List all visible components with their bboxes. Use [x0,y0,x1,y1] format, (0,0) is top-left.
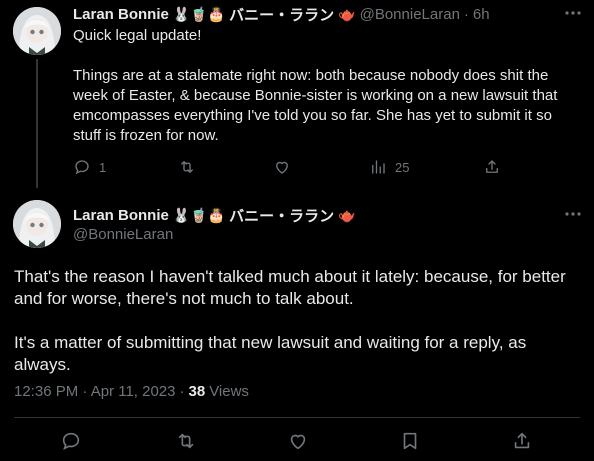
bookmark-button[interactable] [399,430,421,452]
author-avatar[interactable] [13,7,61,55]
tweet2-actions [14,430,580,452]
author-jp-emoji: 🫖 [338,207,356,223]
more-icon[interactable] [564,4,582,27]
share-button[interactable] [483,158,501,176]
like-icon [290,434,306,450]
author-jp-name[interactable]: バニー・ララン [229,4,334,25]
share-button[interactable] [511,430,533,452]
views-icon [372,160,385,174]
share-icon [486,160,498,173]
author-handle[interactable]: @BonnieLaran [73,226,173,243]
tweet1-actions: 1 25 [73,158,503,178]
like-button[interactable] [287,430,309,452]
views-label: Views [209,383,249,400]
tweet-timestamp[interactable]: 12:36 PM · Apr 11, 2023 [14,383,176,400]
tweet1-header: Laran Bonnie 🐰🧋🎂 バニー・ララン 🫖 @BonnieLaran … [73,4,490,25]
author-emoji: 🐰🧋🎂 [172,6,226,22]
views-button[interactable]: 25 [369,158,409,176]
separator-dot: · [463,6,469,23]
more-icon[interactable] [564,205,582,228]
author-name[interactable]: Laran Bonnie [73,6,169,23]
retweet-icon [178,433,194,449]
retweet-button[interactable] [174,430,198,452]
reply-icon [62,432,80,450]
author-name[interactable]: Laran Bonnie [73,207,169,224]
reply-button[interactable] [60,430,82,452]
author-handle[interactable]: @BonnieLaran [360,6,460,23]
reply-button[interactable]: 1 [73,158,106,176]
views-number: 38 [188,383,206,400]
views-count: 25 [395,159,410,175]
like-icon [276,161,288,174]
bookmark-icon [403,432,417,450]
retweet-button[interactable] [177,158,205,176]
retweet-icon [181,161,193,173]
author-avatar[interactable] [13,200,61,248]
reply-count: 1 [99,159,107,175]
tweet2-text: That's the reason I haven't talked much … [14,267,566,374]
like-button[interactable] [273,158,299,176]
views-stat[interactable]: 38 [189,383,206,400]
thread-connector [36,59,38,188]
tweet2-header: Laran Bonnie 🐰🧋🎂 バニー・ララン 🫖 [73,205,356,226]
author-emoji: 🐰🧋🎂 [172,207,226,223]
author-jp-emoji: 🫖 [338,6,356,22]
tweet-time[interactable]: 6h [473,6,490,23]
reply-icon [75,160,89,175]
share-icon [514,432,530,449]
separator-dot: · [179,383,185,400]
author-jp-name[interactable]: バニー・ララン [229,205,334,226]
divider [14,417,580,418]
tweet-meta: 12:36 PM · Apr 11, 2023 · 38 Views [14,383,249,400]
tweet1-text: Quick legal update! Things are at a stal… [73,27,558,144]
